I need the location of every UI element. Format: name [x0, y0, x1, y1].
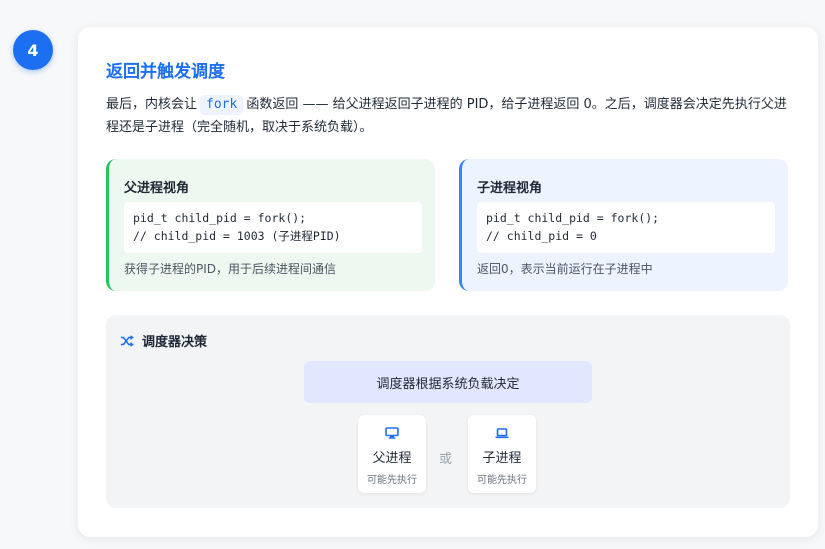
scheduler-decision-panel: 调度器决策 调度器根据系统负载决定 父进程 可能先执行 或 子进程 可能先执行 — [106, 315, 790, 508]
scheduler-title-row: 调度器决策 — [120, 331, 207, 350]
laptop-icon — [495, 428, 509, 439]
scheduler-title: 调度器决策 — [142, 335, 208, 350]
shuffle-icon — [120, 334, 134, 347]
child-perspective-note: 返回0，表示当前运行在子进程中 — [477, 262, 653, 276]
scheduler-decision-box: 调度器根据系统负载决定 — [304, 361, 592, 403]
parent-perspective-title: 父进程视角 — [124, 181, 190, 196]
inline-code-fork: fork — [200, 95, 244, 115]
desc-before: 最后，内核会让 — [106, 97, 198, 112]
option-child-label: 子进程 — [482, 451, 522, 466]
section-title: 返回并触发调度 — [106, 62, 225, 82]
parent-perspective-note: 获得子进程的PID，用于后续进程间通信 — [124, 262, 337, 276]
step-badge: 4 — [13, 30, 53, 70]
section-description: 最后，内核会让 fork 函数返回 —— 给父进程返回子进程的 PID，给子进程返回… — [106, 93, 796, 139]
option-child-process: 子进程 可能先执行 — [468, 415, 536, 493]
option-child-sub: 可能先执行 — [477, 475, 527, 486]
or-separator: 或 — [439, 452, 453, 467]
child-code-block: pid_t child_pid = fork(); // child_pid =… — [477, 202, 775, 253]
step-card: 返回并触发调度 最后，内核会让 fork 函数返回 —— 给父进程返回子进程的 PI… — [78, 27, 818, 537]
parent-perspective-panel: 父进程视角 pid_t child_pid = fork(); // child… — [106, 159, 435, 291]
option-parent-label: 父进程 — [372, 451, 412, 466]
desktop-icon — [385, 427, 399, 439]
option-parent-process: 父进程 可能先执行 — [358, 415, 426, 493]
parent-code-block: pid_t child_pid = fork(); // child_pid =… — [124, 202, 422, 253]
child-perspective-panel: 子进程视角 pid_t child_pid = fork(); // child… — [459, 159, 788, 291]
option-parent-sub: 可能先执行 — [367, 475, 417, 486]
child-perspective-title: 子进程视角 — [477, 181, 543, 196]
